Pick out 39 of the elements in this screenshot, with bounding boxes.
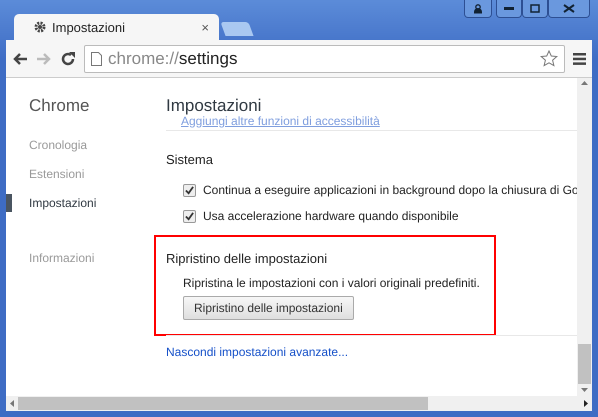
scrollbar-thumb[interactable] [18,397,428,410]
vertical-scrollbar[interactable] [577,78,592,396]
scroll-left-icon[interactable] [10,400,14,407]
scrollbar-thumb[interactable] [578,344,591,384]
minimize-icon [504,6,514,10]
sidebar-item[interactable]: Impostazioni [6,194,153,212]
close-button[interactable] [548,0,590,18]
checkbox[interactable] [183,184,196,196]
url-text: chrome://settings [108,48,238,68]
section-title: Ripristino delle impostazioni [166,251,328,266]
reset-button[interactable]: Ripristino delle impostazioni [183,296,354,320]
page-title: Impostazioni [166,96,262,116]
checkbox-label: Usa accelerazione hardware quando disponibile [203,209,458,223]
tab-close-button[interactable]: × [201,20,209,34]
checkbox[interactable] [183,210,196,222]
gear-icon [34,21,46,33]
user-button[interactable] [464,0,492,18]
section-title: Sistema [166,152,214,167]
menu-icon[interactable] [573,52,586,64]
hide-advanced-link[interactable]: Nascondi impostazioni avanzate... [166,345,348,359]
maximize-icon [530,4,540,13]
reload-icon[interactable] [60,50,76,66]
close-icon [563,4,575,13]
address-bar[interactable]: chrome://settings [84,44,565,72]
scroll-down-icon[interactable] [581,388,588,392]
back-icon[interactable] [12,52,28,66]
maximize-button[interactable] [522,0,548,18]
scroll-right-icon[interactable] [584,400,588,407]
sidebar-title: Chrome [28,96,90,116]
browser-tab[interactable]: Impostazioni × [14,14,219,40]
person-icon [473,4,483,14]
section-description: Ripristina le impostazioni con i valori originali predefiniti. [183,276,481,290]
tab-title: Impostazioni [52,20,126,34]
scroll-up-icon[interactable] [581,81,588,85]
page-icon [91,52,102,66]
minimize-button[interactable] [496,0,522,18]
new-tab-button[interactable] [220,22,254,36]
horizontal-scrollbar[interactable] [6,396,592,411]
star-icon[interactable] [540,50,558,67]
